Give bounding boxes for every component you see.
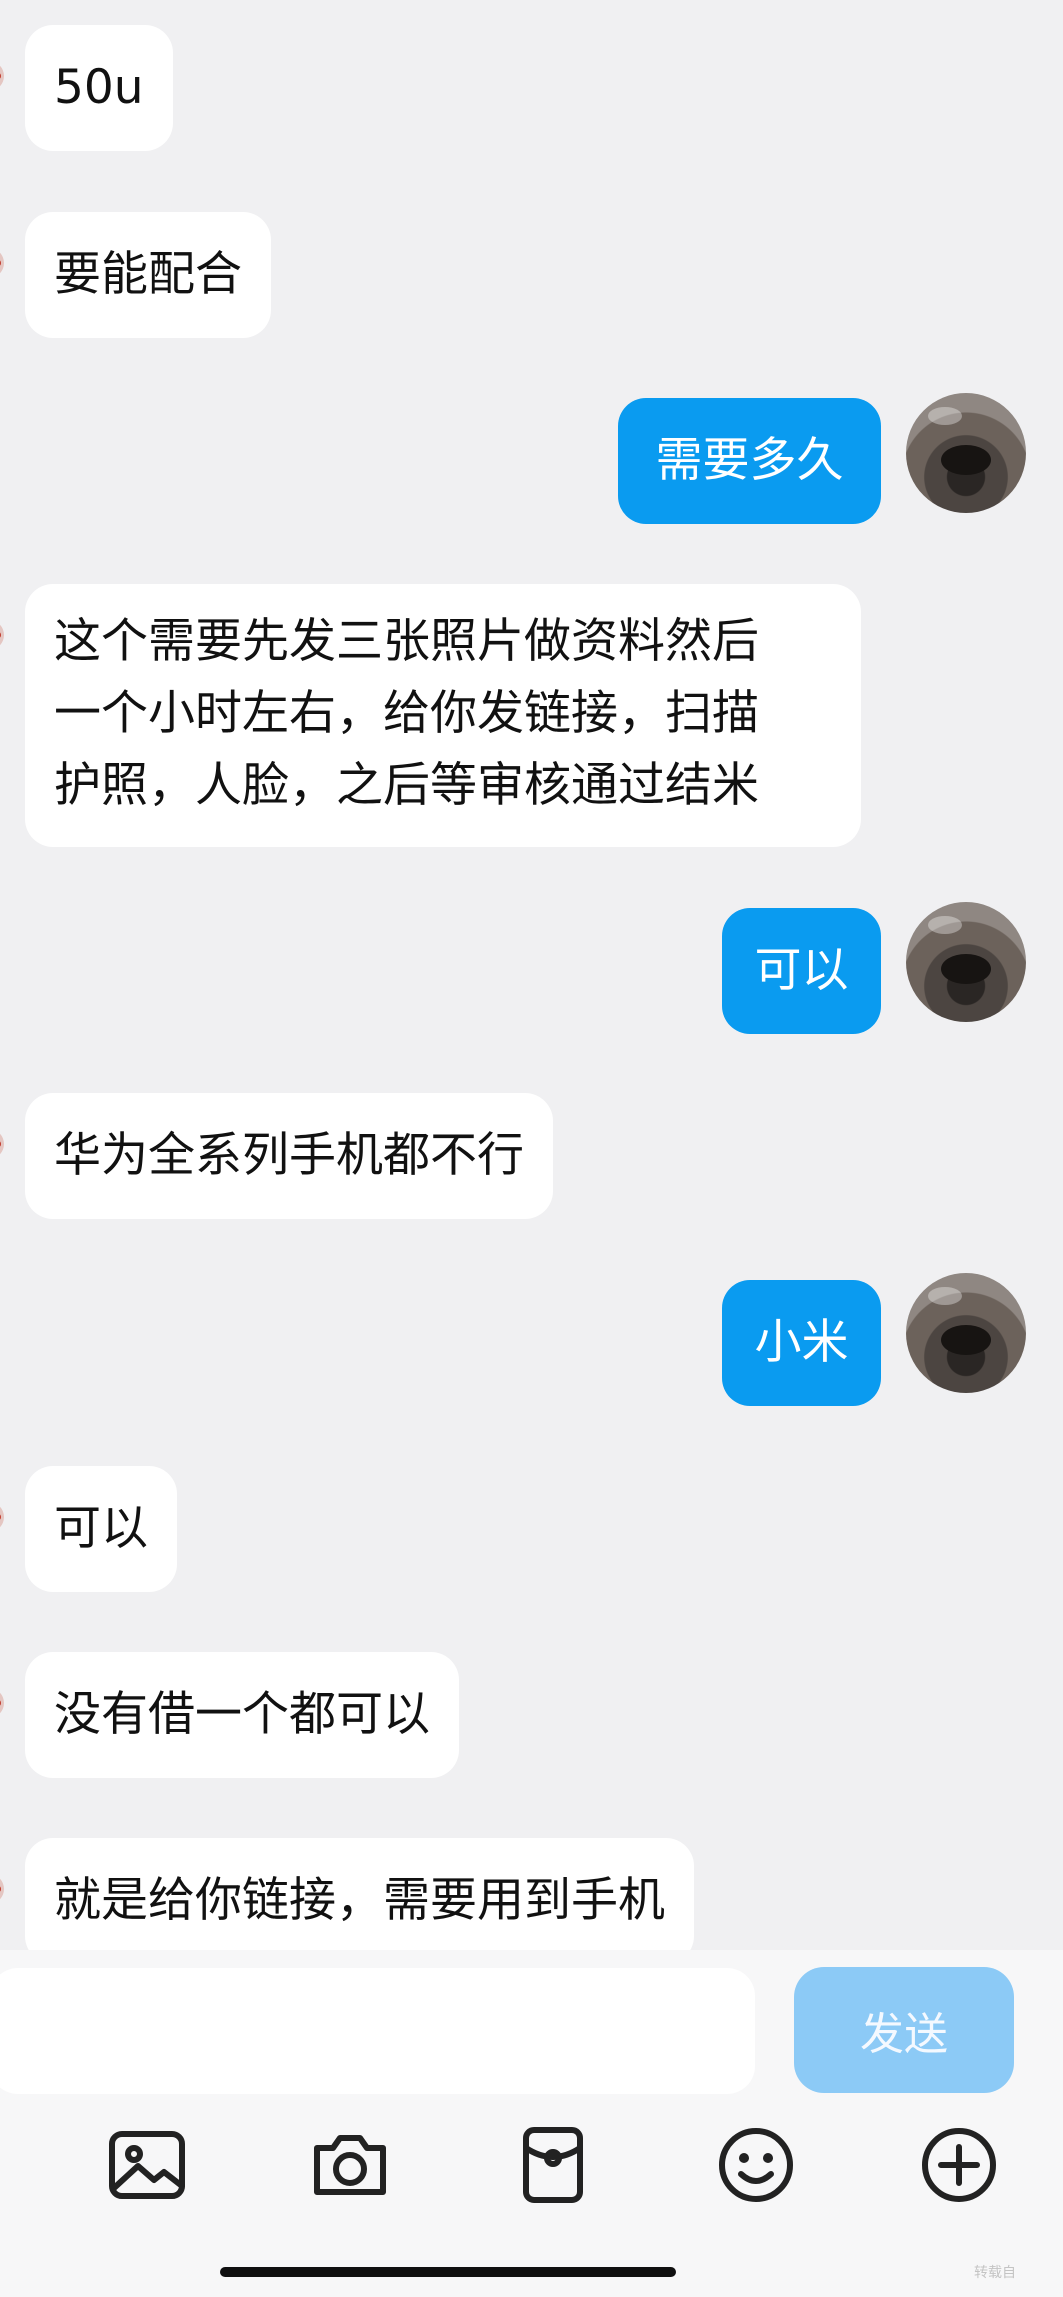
my-avatar[interactable] bbox=[906, 1273, 1026, 1393]
message-bubble-incoming[interactable]: 华为全系列手机都不行 bbox=[25, 1093, 553, 1219]
image-icon[interactable] bbox=[102, 2120, 192, 2210]
message-bubble-incoming[interactable]: 要能配合 bbox=[25, 212, 271, 338]
message-bubble-incoming[interactable]: 就是给你链接，需要用到手机 bbox=[25, 1838, 694, 1950]
composer-bar: 发送 bbox=[0, 1950, 1063, 2297]
contact-avatar[interactable] bbox=[0, 248, 4, 278]
message-text: 可以 bbox=[754, 943, 849, 998]
contact-avatar[interactable] bbox=[0, 61, 4, 91]
message-line: 这个需要先发三张照片做资料然后 bbox=[54, 614, 759, 669]
message-bubble-outgoing[interactable]: 需要多久 bbox=[618, 398, 881, 524]
message-bubble-incoming[interactable]: 这个需要先发三张照片做资料然后 一个小时左右，给你发链接，扫描 护照，人脸，之后… bbox=[25, 584, 861, 847]
message-text: 需要多久 bbox=[655, 433, 844, 488]
message-text: 就是给你链接，需要用到手机 bbox=[54, 1873, 665, 1928]
message-bubble-outgoing[interactable]: 可以 bbox=[722, 908, 881, 1034]
contact-avatar[interactable] bbox=[0, 1502, 4, 1532]
camera-icon[interactable] bbox=[305, 2120, 395, 2210]
message-line: 护照，人脸，之后等审核通过结米 bbox=[54, 758, 759, 813]
message-text: 可以 bbox=[54, 1501, 148, 1556]
message-input[interactable] bbox=[0, 1968, 755, 2094]
message-text: 要能配合 bbox=[54, 247, 242, 302]
contact-avatar[interactable] bbox=[0, 1129, 4, 1159]
plus-icon[interactable] bbox=[914, 2120, 1004, 2210]
emoji-icon[interactable] bbox=[711, 2120, 801, 2210]
red-packet-icon[interactable] bbox=[508, 2120, 598, 2210]
home-indicator[interactable] bbox=[220, 2267, 676, 2277]
chat-area[interactable]: 50u 要能配合 需要多久 这个需要先发三张照片做资料然后 一个小时左右，给你发… bbox=[0, 0, 1063, 1950]
message-text: 50u bbox=[54, 60, 144, 115]
message-text: 小米 bbox=[754, 1315, 849, 1370]
message-text: 华为全系列手机都不行 bbox=[54, 1128, 524, 1183]
contact-avatar[interactable] bbox=[0, 620, 4, 650]
message-bubble-incoming[interactable]: 50u bbox=[25, 25, 173, 151]
my-avatar[interactable] bbox=[906, 393, 1026, 513]
message-bubble-incoming[interactable]: 没有借一个都可以 bbox=[25, 1652, 459, 1778]
contact-avatar[interactable] bbox=[0, 1688, 4, 1718]
message-line: 一个小时左右，给你发链接，扫描 bbox=[54, 686, 759, 741]
send-button[interactable]: 发送 bbox=[794, 1967, 1014, 2093]
message-text: 没有借一个都可以 bbox=[54, 1687, 430, 1742]
contact-avatar[interactable] bbox=[0, 1874, 4, 1904]
message-bubble-incoming[interactable]: 可以 bbox=[25, 1466, 177, 1592]
watermark-text: 转载自 bbox=[974, 2265, 1016, 2281]
my-avatar[interactable] bbox=[906, 902, 1026, 1022]
message-bubble-outgoing[interactable]: 小米 bbox=[722, 1280, 881, 1406]
